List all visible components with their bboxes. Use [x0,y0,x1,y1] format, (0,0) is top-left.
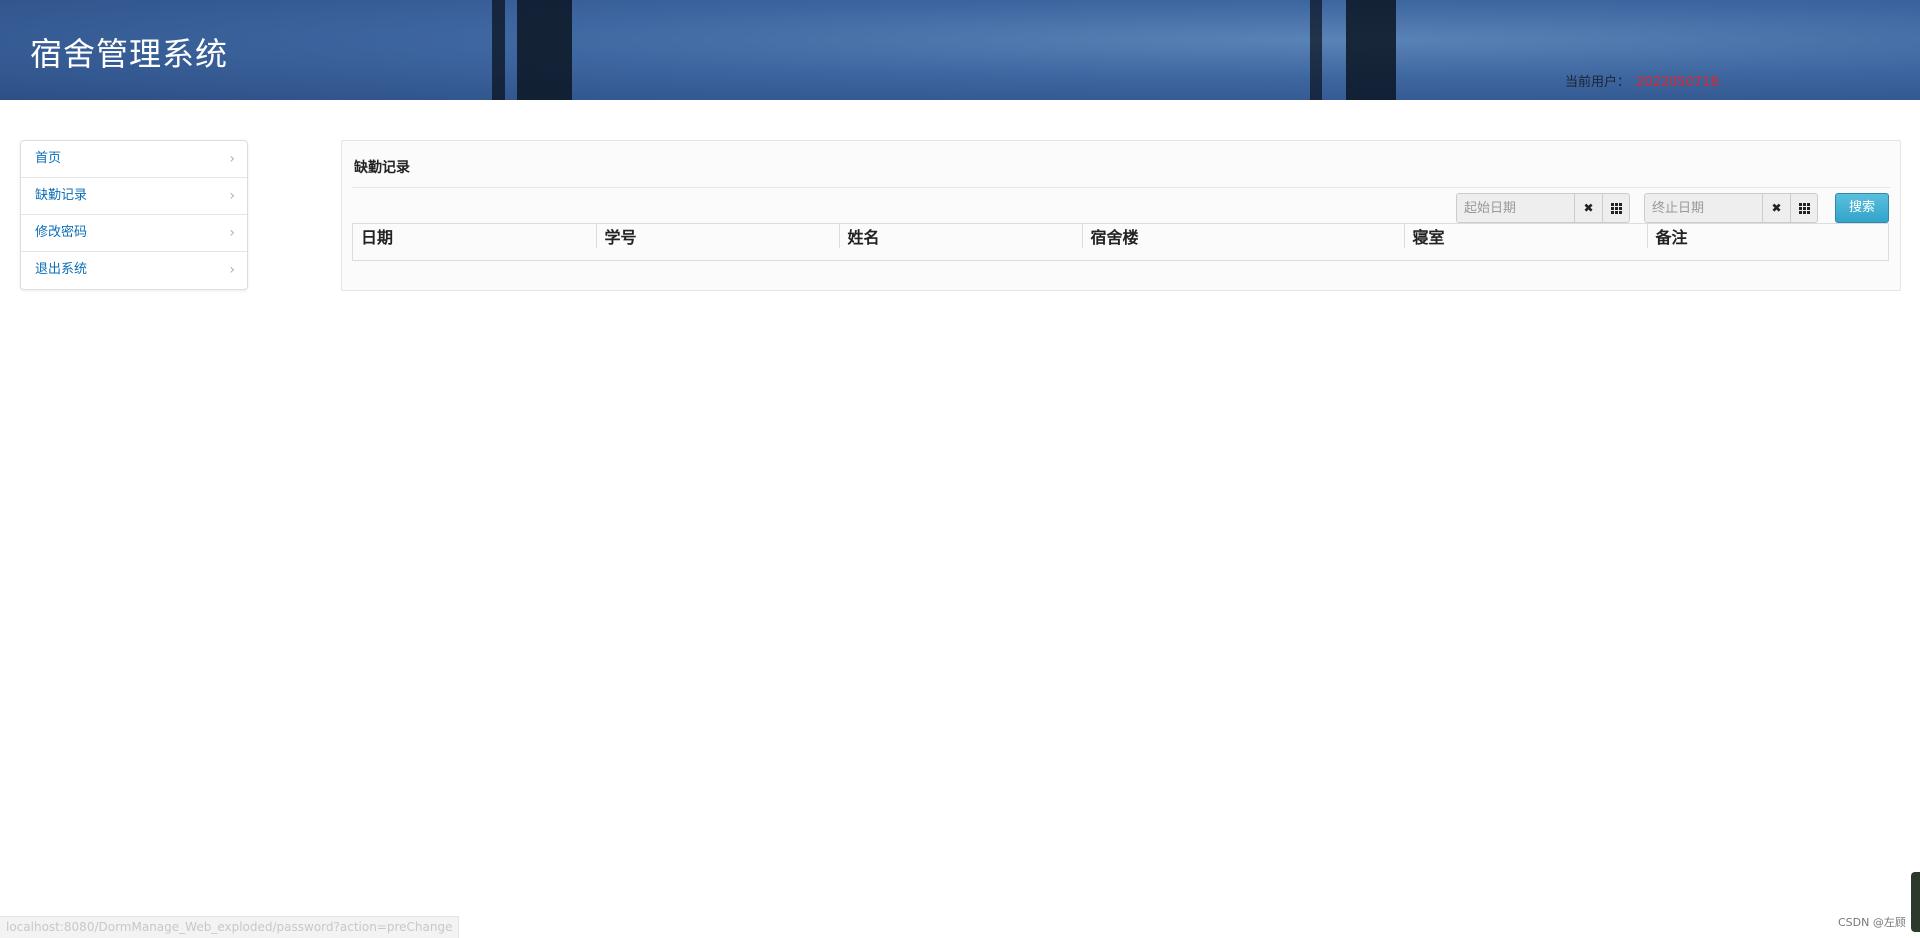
sidebar-nav: 首页 › 缺勤记录 › 修改密码 › 退出系统 › [20,140,248,290]
chevron-right-icon: › [229,262,235,278]
end-date-picker: ✖ [1644,193,1818,223]
column-header-name: 姓名 [839,224,1083,248]
search-button[interactable]: 搜索 [1835,193,1889,223]
chevron-right-icon: › [229,188,235,204]
panel-divider [352,187,1890,188]
panel-title: 缺勤记录 [354,160,410,176]
sidebar-item-label: 退出系统 [35,262,88,277]
grid-icon [1798,202,1810,214]
column-header-dorm-building: 宿舍楼 [1082,224,1405,248]
side-edge-tab[interactable] [1911,872,1920,932]
watermark: CSDN @左顾 [1838,916,1906,929]
start-date-clear-button[interactable]: ✖ [1575,194,1602,222]
sidebar-item-logout[interactable]: 退出系统 › [21,252,247,289]
table-body [353,248,1888,260]
end-date-calendar-button[interactable] [1790,194,1817,222]
records-table: 日期 学号 姓名 宿舍楼 寝室 备注 [352,223,1889,261]
sidebar-item-change-password[interactable]: 修改密码 › [21,215,247,252]
chevron-right-icon: › [229,225,235,241]
column-header-room: 寝室 [1404,224,1648,248]
column-header-date: 日期 [353,224,597,248]
close-icon: ✖ [1583,201,1594,215]
start-date-calendar-button[interactable] [1602,194,1629,222]
absence-records-panel: 缺勤记录 ✖ ✖ 搜索 日期 学号 [341,140,1901,291]
end-date-input[interactable] [1645,194,1763,222]
sidebar-item-absence-records[interactable]: 缺勤记录 › [21,178,247,215]
table-header-row: 日期 学号 姓名 宿舍楼 寝室 备注 [353,224,1888,248]
sidebar-item-label: 修改密码 [35,225,88,240]
header-banner: 宿舍管理系统 当前用户： 2022050718 [0,0,1920,100]
sidebar-item-label: 缺勤记录 [35,188,88,203]
current-user-label: 当前用户： [1565,75,1631,90]
start-date-picker: ✖ [1456,193,1630,223]
current-user: 当前用户： 2022050718 [1565,71,1719,90]
end-date-clear-button[interactable]: ✖ [1763,194,1790,222]
grid-icon [1610,202,1622,214]
start-date-input[interactable] [1457,194,1575,222]
column-header-remarks: 备注 [1655,228,1688,247]
chevron-right-icon: › [229,151,235,167]
sidebar-item-label: 首页 [35,151,62,166]
status-bar-url: localhost:8080/DormManage_Web_exploded/p… [0,916,460,938]
column-header-student-id: 学号 [596,224,840,248]
sidebar-item-home[interactable]: 首页 › [21,141,247,178]
close-icon: ✖ [1771,201,1782,215]
current-user-value: 2022050718 [1636,75,1719,90]
app-title: 宿舍管理系统 [30,35,229,73]
